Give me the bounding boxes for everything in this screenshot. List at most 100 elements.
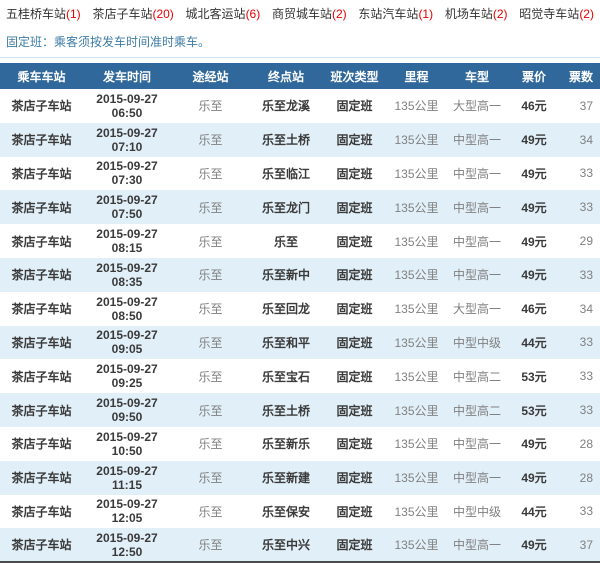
table-cell: 茶店子车站 <box>11 335 72 350</box>
table-cell: 中型高一 <box>452 471 501 486</box>
table-cell: 乐至 <box>273 234 298 249</box>
table-cell: 茶店子车站 <box>11 437 72 452</box>
table-cell: 固定班 <box>336 234 373 249</box>
table-cell: 固定班 <box>336 302 373 317</box>
table-row: 茶店子车站 2015-09-27 12:05 乐至 乐至保安 固定班 135公里 中型中级 4… <box>0 495 600 529</box>
nav-station-label: 机场车站 <box>444 6 493 21</box>
nav-station-count: (20) <box>152 6 174 21</box>
table-row: 茶店子车站 2015-09-27 11:15 乐至 乐至新建 固定班 135公里 中型高一 4… <box>0 460 600 495</box>
table-cell: 46元 <box>521 99 547 114</box>
table-cell: 44元 <box>521 504 547 519</box>
table-cell: 乐至 <box>198 99 223 114</box>
table-cell: 135公里 <box>394 133 439 148</box>
table-cell: 33 <box>579 369 593 384</box>
table-cell: 135公里 <box>394 403 439 418</box>
table-cell: 茶店子车站 <box>11 471 72 486</box>
table-cell: 固定班 <box>336 369 373 384</box>
table-cell: 茶店子车站 <box>11 133 72 148</box>
table-cell: 49元 <box>521 268 547 283</box>
nav-station-link-3[interactable]: 商贸城车站(2) <box>272 5 347 22</box>
table-cell: 固定班 <box>336 335 373 350</box>
table-cell: 2015-09-27 07:30 <box>96 159 158 188</box>
column-header: 发车时间 <box>83 63 171 89</box>
nav-station-count: (6) <box>245 6 261 21</box>
column-header: 班次类型 <box>322 63 387 89</box>
table-cell: 29 <box>579 234 593 249</box>
table-row: 茶店子车站 2015-09-27 08:35 乐至 乐至新中 固定班 135公里 中型高一 4… <box>0 257 600 292</box>
table-cell: 135公里 <box>394 335 439 350</box>
table-cell: 中型高二 <box>452 403 501 418</box>
table-cell: 乐至 <box>198 200 223 215</box>
table-cell: 乐至 <box>198 403 223 418</box>
table-cell: 49元 <box>521 538 547 553</box>
table-cell: 2015-09-27 11:15 <box>96 463 158 492</box>
column-header: 票价 <box>508 63 560 89</box>
table-cell: 茶店子车站 <box>11 369 72 384</box>
nav-station-link-4[interactable]: 东站汽车站(1) <box>358 5 433 22</box>
table-cell: 135公里 <box>394 268 439 283</box>
table-cell: 135公里 <box>394 302 439 317</box>
table-cell: 44元 <box>521 335 547 350</box>
column-header: 乘车车站 <box>0 63 83 89</box>
table-cell: 49元 <box>521 133 547 148</box>
table-cell: 中型高一 <box>452 234 501 249</box>
table-cell: 28 <box>579 436 593 451</box>
nav-station-link-0[interactable]: 五桂桥车站(1) <box>6 5 81 22</box>
table-cell: 固定班 <box>336 538 373 553</box>
table-cell: 53元 <box>521 403 547 418</box>
table-cell: 乐至 <box>198 471 223 486</box>
nav-station-link-6[interactable]: 昭觉寺车站(2) <box>519 5 594 22</box>
table-row: 茶店子车站 2015-09-27 12:50 乐至 乐至中兴 固定班 135公里 中型高一 4… <box>0 528 600 563</box>
table-cell: 固定班 <box>336 99 373 114</box>
table-cell: 37 <box>579 537 593 552</box>
nav-station-label: 昭觉寺车站 <box>519 6 580 21</box>
table-cell: 28 <box>579 470 593 485</box>
table-cell: 135公里 <box>394 538 439 553</box>
table-cell: 乐至 <box>198 437 223 452</box>
nav-station-link-1[interactable]: 茶店子车站(20) <box>92 5 173 22</box>
table-cell: 135公里 <box>394 504 439 519</box>
column-header: 车型 <box>446 63 508 89</box>
table-cell: 2015-09-27 07:10 <box>96 125 158 154</box>
table-cell: 乐至龙门 <box>261 200 310 215</box>
table-cell: 中型中级 <box>452 504 501 519</box>
table-row: 茶店子车站 2015-09-27 09:25 乐至 乐至宝石 固定班 135公里 中型高二 5… <box>0 359 600 393</box>
nav-station-count: (2) <box>579 6 594 21</box>
table-cell: 乐至龙溪 <box>261 99 310 114</box>
station-nav: 五桂桥车站(1) 茶店子车站(20) 城北客运站(6) 商贸城车站(2) 东站汽车站(1… <box>0 0 600 22</box>
table-cell: 49元 <box>521 200 547 215</box>
table-cell: 固定班 <box>336 403 373 418</box>
nav-station-label: 茶店子车站 <box>92 6 153 21</box>
table-cell: 乐至 <box>198 302 223 317</box>
table-cell: 茶店子车站 <box>11 200 72 215</box>
table-cell: 固定班 <box>336 471 373 486</box>
table-cell: 2015-09-27 07:50 <box>96 193 158 222</box>
table-cell: 大型高一 <box>452 99 501 114</box>
table-cell: 49元 <box>521 234 547 249</box>
table-cell: 2015-09-27 12:50 <box>96 530 158 559</box>
nav-station-count: (2) <box>332 6 347 21</box>
table-cell: 46元 <box>521 302 547 317</box>
table-cell: 茶店子车站 <box>11 302 72 317</box>
nav-station-link-2[interactable]: 城北客运站(6) <box>186 5 261 22</box>
table-cell: 乐至临江 <box>261 166 310 181</box>
nav-station-link-5[interactable]: 机场车站(2) <box>445 5 508 22</box>
table-cell: 茶店子车站 <box>11 538 72 553</box>
table-cell: 乐至中兴 <box>261 538 310 553</box>
table-cell: 中型高一 <box>452 437 501 452</box>
table-row: 茶店子车站 2015-09-27 08:50 乐至 乐至回龙 固定班 135公里 大型高一 4… <box>0 292 600 326</box>
table-cell: 乐至 <box>198 369 223 384</box>
nav-station-label: 五桂桥车站 <box>6 6 67 21</box>
bus-schedule-table: 乘车车站 发车时间 途经站 终点站 班次类型 里程 车型 票价 票数 茶店子车站 2015-09-… <box>0 63 600 563</box>
nav-station-label: 商贸城车站 <box>271 6 332 21</box>
table-cell: 33 <box>579 166 593 181</box>
table-cell: 135公里 <box>394 166 439 181</box>
fixed-schedule-notice: 固定班：乘客须按发车时间准时乘车。 <box>6 35 211 49</box>
table-cell: 中型高二 <box>452 369 501 384</box>
table-row: 茶店子车站 2015-09-27 10:50 乐至 乐至新乐 固定班 135公里 中型高一 4… <box>0 427 600 461</box>
table-cell: 乐至 <box>198 504 223 519</box>
table-cell: 33 <box>579 403 593 418</box>
table-cell: 乐至 <box>198 133 223 148</box>
table-cell: 固定班 <box>336 268 373 283</box>
table-cell: 中型中级 <box>452 335 501 350</box>
